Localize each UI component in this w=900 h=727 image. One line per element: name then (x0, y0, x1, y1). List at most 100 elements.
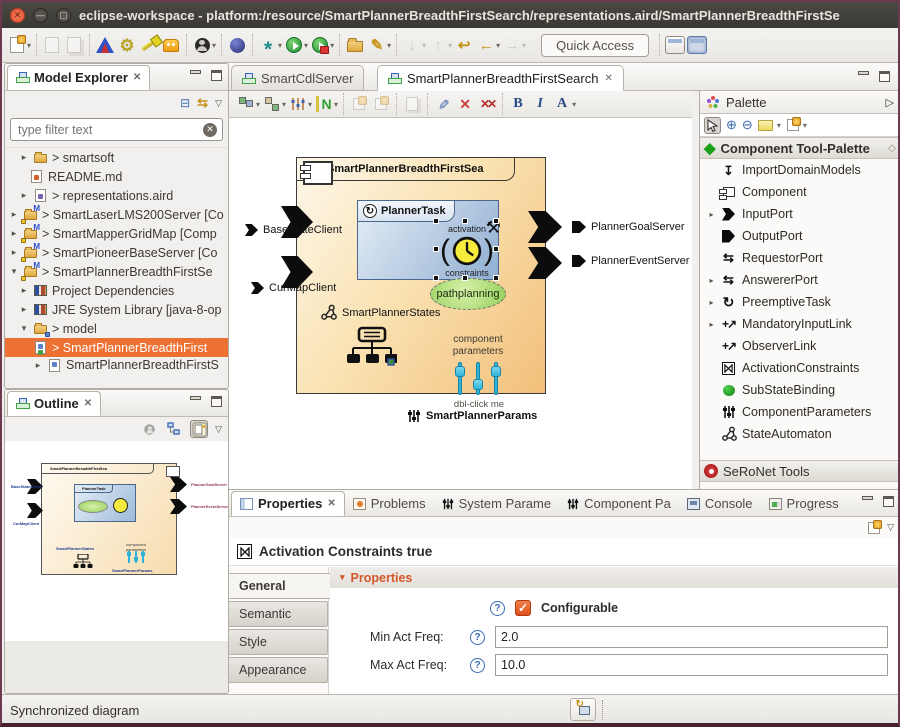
tree-item-model-folder[interactable]: ▾ > model (5, 319, 228, 338)
tab-system-parameters[interactable]: System Parame (434, 491, 559, 516)
state-orgchart-icon[interactable] (345, 326, 397, 372)
tree-item-jre-library[interactable]: ▸ JRE System Library [java-8-op (5, 300, 228, 319)
palette-item-componentparameters[interactable]: ComponentParameters (700, 401, 900, 423)
tree-item-smartsoft[interactable]: ▸ > smartsoft (5, 148, 228, 167)
selection-handle[interactable] (462, 275, 468, 281)
layers-button[interactable]: N (313, 93, 335, 115)
palette-item-answererport[interactable]: ▸ ⇆ AnswererPort (700, 269, 900, 291)
outline-thumbnail[interactable]: SmartPlannerBreadthFirstSea PlannerTask … (5, 441, 228, 641)
params-item[interactable]: SmartPlannerParams (407, 409, 537, 423)
palette-item-requestorport[interactable]: ⇆ RequestorPort (700, 247, 900, 269)
clear-filter-icon[interactable]: ✕ (203, 123, 217, 137)
window-minimize-button[interactable]: — (33, 8, 48, 23)
palette-item-preemptivetask[interactable]: ▸ ↻ PreemptiveTask (700, 291, 900, 313)
add-tool-icon[interactable] (787, 119, 799, 131)
tab-progress[interactable]: Progress (761, 491, 847, 516)
hide-element-button[interactable]: ✎ (432, 93, 454, 115)
font-color-button[interactable]: A (551, 93, 573, 115)
pin-icon[interactable]: ◇ (888, 143, 896, 154)
tree-item-smartpioneer[interactable]: ▸ M > SmartPioneerBaseServer [Co (5, 243, 228, 262)
tab-properties[interactable]: Properties ✕ (231, 491, 345, 516)
tree-item-smartmapper[interactable]: ▸ M > SmartMapperGridMap [Comp (5, 224, 228, 243)
toggle-mark-occurrences-button[interactable]: ✎ (366, 34, 388, 56)
palette-item-activationconstraints[interactable]: ActivationConstraints (700, 357, 900, 379)
last-edit-location-button[interactable]: ↩ (453, 34, 475, 56)
palette-item-substatebinding[interactable]: SubStateBinding (700, 379, 900, 401)
selection-handle[interactable] (493, 218, 499, 224)
overview-thumbnail-icon[interactable] (190, 420, 208, 438)
add-dropdown[interactable]: ▾ (803, 121, 807, 130)
maximize-editor-button[interactable] (879, 71, 890, 82)
sidetab-appearance[interactable]: Appearance (229, 657, 328, 683)
expand-icon[interactable]: ▸ (708, 210, 715, 219)
select-tool-icon[interactable] (704, 117, 721, 134)
tree-view-icon[interactable] (165, 420, 183, 438)
pathplanning-ellipse[interactable]: pathplanning (430, 278, 506, 310)
activation-constraints-element[interactable]: activation ( ) constraints ⚒ (437, 222, 497, 278)
tree-item-representations[interactable]: ▸ > representations.aird (5, 186, 228, 205)
minimize-view-button[interactable] (190, 396, 201, 400)
view-menu-icon[interactable]: ▽ (215, 98, 222, 109)
close-icon[interactable]: ✕ (604, 73, 612, 84)
tree-item-smartplanner-model-selected[interactable]: > SmartPlannerBreadthFirst (5, 338, 228, 357)
clean-button[interactable] (138, 34, 160, 56)
new-sibling-icon[interactable] (868, 522, 880, 534)
tab-component-parameters[interactable]: Component Pa (559, 491, 679, 516)
tab-console[interactable]: Console (679, 491, 761, 516)
diagram-canvas[interactable]: SmartPlannerBreadthFirstSea ↻ PlannerTas… (229, 118, 692, 489)
palette-group-seronet[interactable]: SeRoNet Tools (700, 460, 900, 482)
link-with-editor-icon[interactable]: ⇆ (197, 95, 208, 111)
minimize-editor-button[interactable] (858, 71, 869, 75)
max-act-freq-input[interactable] (495, 654, 888, 676)
minimize-view-button[interactable] (862, 496, 873, 500)
tab-smartcdlserver[interactable]: SmartCdlServer (231, 65, 364, 91)
maximize-view-button[interactable] (883, 496, 894, 507)
run-button[interactable] (283, 34, 305, 56)
tab-smartplannerbreadthfirstsearch[interactable]: SmartPlannerBreadthFirstSearch ✕ (377, 65, 624, 91)
component-node[interactable]: SmartPlannerBreadthFirstSea ↻ PlannerTas… (296, 157, 546, 394)
delete-from-model-button[interactable]: ✕✕ (476, 93, 498, 115)
window-close-button[interactable]: ✕ (10, 8, 25, 23)
min-act-freq-input[interactable] (495, 626, 888, 648)
generate-code-button[interactable]: ⚙ (116, 34, 138, 56)
selection-handle[interactable] (493, 246, 499, 252)
configurable-checkbox[interactable]: ✓ (515, 600, 531, 616)
tree-item-readme[interactable]: README.md (5, 167, 228, 186)
palette-item-component[interactable]: Component (700, 181, 900, 203)
web-browser-button[interactable] (226, 34, 248, 56)
tree-item-smartplanner-model2[interactable]: ▸ SmartPlannerBreadthFirstS (5, 357, 228, 373)
tab-problems[interactable]: Problems (345, 491, 434, 516)
close-icon[interactable]: ✕ (327, 498, 335, 509)
align-button[interactable] (287, 93, 309, 115)
view-menu-icon[interactable]: ▽ (887, 522, 894, 533)
view-menu-icon[interactable]: ▽ (215, 424, 222, 435)
debug-button[interactable]: * (257, 34, 279, 56)
note-tool-icon[interactable] (758, 120, 773, 131)
open-perspective-button[interactable] (664, 34, 686, 56)
sidetab-semantic[interactable]: Semantic (229, 601, 328, 627)
palette-item-stateautomaton[interactable]: StateAutomaton (700, 423, 900, 445)
palette-item-observerlink[interactable]: +↗ ObserverLink (700, 335, 900, 357)
palette-item-mandatoryinputlink[interactable]: ▸ +↗ MandatoryInputLink (700, 313, 900, 335)
back-button[interactable]: ← (475, 34, 497, 56)
window-maximize-button[interactable]: ▢ (56, 8, 71, 23)
tab-model-explorer[interactable]: Model Explorer ✕ (7, 65, 150, 90)
new-wizard-button[interactable] (6, 34, 28, 56)
italic-button[interactable]: I (529, 93, 551, 115)
open-resource-button[interactable] (344, 34, 366, 56)
expand-icon[interactable]: ▸ (708, 276, 715, 285)
minimize-view-button[interactable] (190, 70, 201, 74)
user-profile-button[interactable] (191, 34, 213, 56)
tree-item-smartlaser[interactable]: ▸ M > SmartLaserLMS200Server [Co (5, 205, 228, 224)
expand-icon[interactable]: ▸ (708, 320, 715, 329)
tree-item-smartplanner-project[interactable]: ▾ M > SmartPlannerBreadthFirstSe (5, 262, 228, 281)
sync-status-button[interactable] (570, 698, 596, 721)
palette-item-outputport[interactable]: OutputPort (700, 225, 900, 247)
tab-outline[interactable]: Outline ✕ (7, 391, 101, 416)
selection-handle[interactable] (433, 246, 439, 252)
zoom-layout-button[interactable] (235, 93, 257, 115)
palette-group-component[interactable]: ◆ Component Tool-Palette ◇ (700, 137, 900, 159)
palette-header[interactable]: Palette ▷ (700, 91, 900, 114)
bold-button[interactable]: B (507, 93, 529, 115)
build-model-button[interactable] (94, 34, 116, 56)
